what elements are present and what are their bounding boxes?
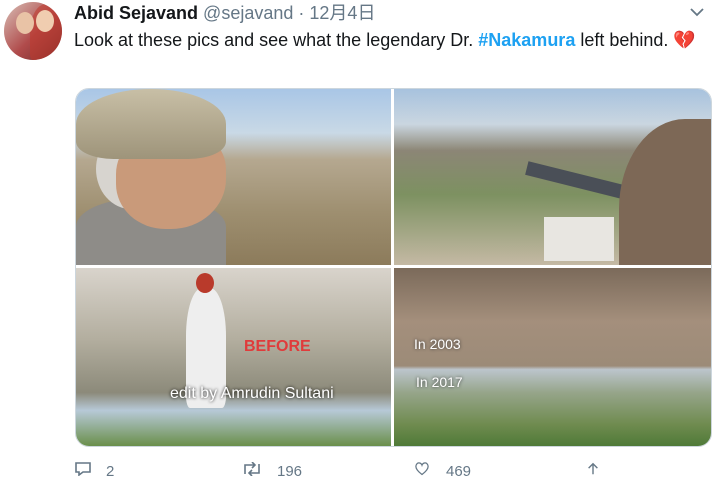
reply-icon <box>74 462 92 480</box>
photo-dr-nakamura[interactable] <box>76 89 391 265</box>
like-button[interactable]: 469 <box>412 462 471 480</box>
reply-count: 2 <box>106 463 115 480</box>
media-grid: BEFORE edit by Amrudin Sultani In 2003 I… <box>75 88 712 447</box>
retweet-button[interactable]: 196 <box>241 461 303 480</box>
avatar[interactable] <box>4 2 62 60</box>
retweet-icon <box>241 461 263 480</box>
photo-detail <box>619 119 711 265</box>
share-button[interactable] <box>585 462 615 480</box>
avatar-detail <box>36 10 54 32</box>
caption-year-2017: In 2017 <box>416 374 463 390</box>
like-count: 469 <box>446 463 472 480</box>
tweet-actions: 2 196 469 <box>74 461 704 480</box>
photo-detail <box>196 273 214 293</box>
tweet-header: Abid Sejavand @sejavand · 12月4日 <box>74 2 375 24</box>
broken-heart-emoji: 💔 <box>673 30 696 50</box>
avatar-detail <box>16 12 34 34</box>
share-icon <box>585 462 601 480</box>
reply-button[interactable]: 2 <box>74 462 114 480</box>
author-name[interactable]: Abid Sejavand <box>74 3 198 23</box>
photo-before[interactable]: BEFORE edit by Amrudin Sultani <box>76 268 391 446</box>
photo-detail <box>76 89 226 159</box>
retweet-count: 196 <box>277 463 303 480</box>
photo-comparison[interactable]: In 2003 In 2017 <box>394 268 711 446</box>
tweet-text: Look at these pics and see what the lege… <box>74 28 704 53</box>
tweet-date[interactable]: 12月4日 <box>309 3 375 23</box>
heart-icon <box>412 462 432 480</box>
hashtag-link[interactable]: #Nakamura <box>478 30 575 50</box>
tweet: Abid Sejavand @sejavand · 12月4日 Look at … <box>0 0 719 480</box>
media-divider <box>76 265 711 268</box>
photo-canal-aerial[interactable] <box>394 89 711 265</box>
caption-before: BEFORE <box>244 338 311 355</box>
tweet-text-part: left behind. <box>575 30 674 50</box>
chevron-down-icon[interactable] <box>690 4 704 20</box>
caption-edit-credit: edit by Amrudin Sultani <box>170 385 334 402</box>
author-handle[interactable]: @sejavand <box>203 3 293 23</box>
photo-detail <box>544 217 614 261</box>
separator: · <box>298 3 305 23</box>
caption-year-2003: In 2003 <box>414 336 461 352</box>
tweet-text-part: Look at these pics and see what the lege… <box>74 30 479 50</box>
